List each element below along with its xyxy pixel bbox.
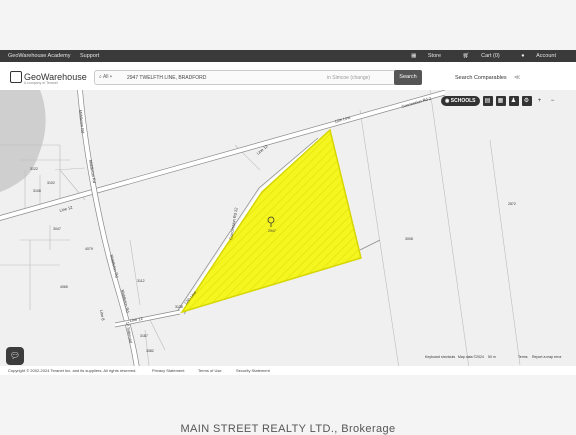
search-box[interactable]: ⌕ All ▾ 2947 TWELFTH LINE, BRADFORD in S… bbox=[94, 70, 396, 85]
map-type-icon[interactable]: ▦ bbox=[495, 96, 506, 106]
logo-subtitle: A company of Teranet bbox=[24, 81, 58, 85]
search-scope-hint[interactable]: in Simcoe (change) bbox=[327, 75, 370, 81]
settings-icon[interactable]: ⚙ bbox=[521, 96, 532, 106]
map-canvas[interactable]: Concession Rd 2 12th Line Line 12 Line 1… bbox=[0, 90, 576, 375]
parcel-number: 3187 bbox=[140, 334, 148, 338]
parcel-number: 3008 bbox=[405, 237, 413, 241]
search-scope-label: All bbox=[102, 74, 109, 80]
schools-toggle[interactable]: ◉ SCHOOLS bbox=[441, 96, 480, 106]
map-toolbar: ◉ SCHOOLS ▤ ▦ ♟ ⚙ + − bbox=[441, 96, 558, 106]
cart-label: Cart (0) bbox=[481, 53, 500, 59]
parcel-number: 3108 bbox=[33, 189, 41, 193]
cart-link[interactable]: 🛒︎ Cart (0) bbox=[453, 53, 500, 59]
search-icon: ⌕ bbox=[99, 74, 102, 80]
terms-of-use-link[interactable]: Terms of Use bbox=[198, 368, 222, 373]
parcel-number: 4079 bbox=[85, 247, 93, 251]
parcel-number: 2872 bbox=[508, 202, 516, 206]
academy-link[interactable]: GeoWarehouse Academy bbox=[8, 53, 70, 59]
zoom-in-icon[interactable]: + bbox=[535, 96, 545, 106]
support-link[interactable]: Support bbox=[80, 53, 99, 59]
search-comparables-link[interactable]: Search Comparables bbox=[455, 75, 507, 81]
road-label: Line 12 bbox=[59, 204, 74, 213]
parcel-number: 3082 bbox=[146, 349, 154, 353]
cart-icon: 🛒︎ bbox=[462, 53, 470, 59]
search-input[interactable]: 2947 TWELFTH LINE, BRADFORD bbox=[127, 75, 206, 81]
school-icon: ◉ bbox=[445, 98, 450, 104]
parcel-number: 3112 bbox=[137, 279, 145, 283]
geowarehouse-logo[interactable]: GeoWarehouse A company of Teranet bbox=[10, 70, 87, 85]
parcel-number: 3047 bbox=[53, 227, 61, 231]
report-map-error-link[interactable]: Report a map error bbox=[532, 355, 562, 359]
parcel-number: 3102 bbox=[47, 181, 55, 185]
copyright-text: Copyright © 2002-2024 Teranet Inc. and i… bbox=[8, 368, 137, 373]
share-icon[interactable]: ≪ bbox=[514, 74, 520, 81]
store-link[interactable]: ▦ Store bbox=[401, 53, 441, 59]
search-scope-select[interactable]: ⌕ All ▾ bbox=[99, 74, 112, 80]
security-statement-link[interactable]: Security Statement bbox=[236, 368, 270, 373]
street-view-icon[interactable]: ♟ bbox=[508, 96, 519, 106]
user-icon: ● bbox=[521, 53, 525, 59]
chat-icon[interactable]: 💬︎ bbox=[6, 347, 24, 365]
zoom-out-icon[interactable]: − bbox=[548, 96, 558, 106]
parcel-number: 3138 bbox=[175, 305, 183, 309]
parcel-number: 3122 bbox=[30, 167, 38, 171]
account-link[interactable]: ● Account bbox=[511, 53, 556, 59]
search-button[interactable]: Search bbox=[394, 70, 422, 85]
brokerage-watermark: MAIN STREET REALTY LTD., Brokerage bbox=[180, 423, 396, 435]
top-navigation-bar: GeoWarehouse Academy Support ▦ Store 🛒︎ … bbox=[0, 50, 576, 62]
logo-icon bbox=[10, 71, 22, 83]
water-body bbox=[0, 90, 46, 192]
map-data-credit: Map data ©2024 bbox=[458, 355, 484, 359]
parcel-number: 2947 bbox=[268, 229, 276, 233]
scale-bar: 50 m bbox=[488, 355, 496, 359]
road-label: Line 8 bbox=[99, 309, 106, 321]
map-view[interactable]: Concession Rd 2 12th Line Line 12 Line 1… bbox=[0, 90, 576, 375]
terms-link[interactable]: Terms bbox=[518, 355, 528, 359]
schools-label: SCHOOLS bbox=[450, 98, 476, 104]
road-label: 10 Sideroad bbox=[125, 321, 134, 343]
app-header: GeoWarehouse A company of Teranet ⌕ All … bbox=[0, 62, 576, 91]
parcel-number: 4065 bbox=[60, 285, 68, 289]
page-footer: Copyright © 2002-2024 Teranet Inc. and i… bbox=[0, 366, 576, 375]
store-icon: ▦ bbox=[411, 53, 417, 59]
privacy-statement-link[interactable]: Privacy Statement bbox=[152, 368, 184, 373]
account-label: Account bbox=[536, 53, 556, 59]
keyboard-shortcuts-link[interactable]: Keyboard shortcuts bbox=[425, 355, 455, 359]
store-label: Store bbox=[427, 53, 442, 59]
road-label: Middleton Rd bbox=[78, 110, 85, 134]
layers-icon[interactable]: ▤ bbox=[482, 96, 493, 106]
